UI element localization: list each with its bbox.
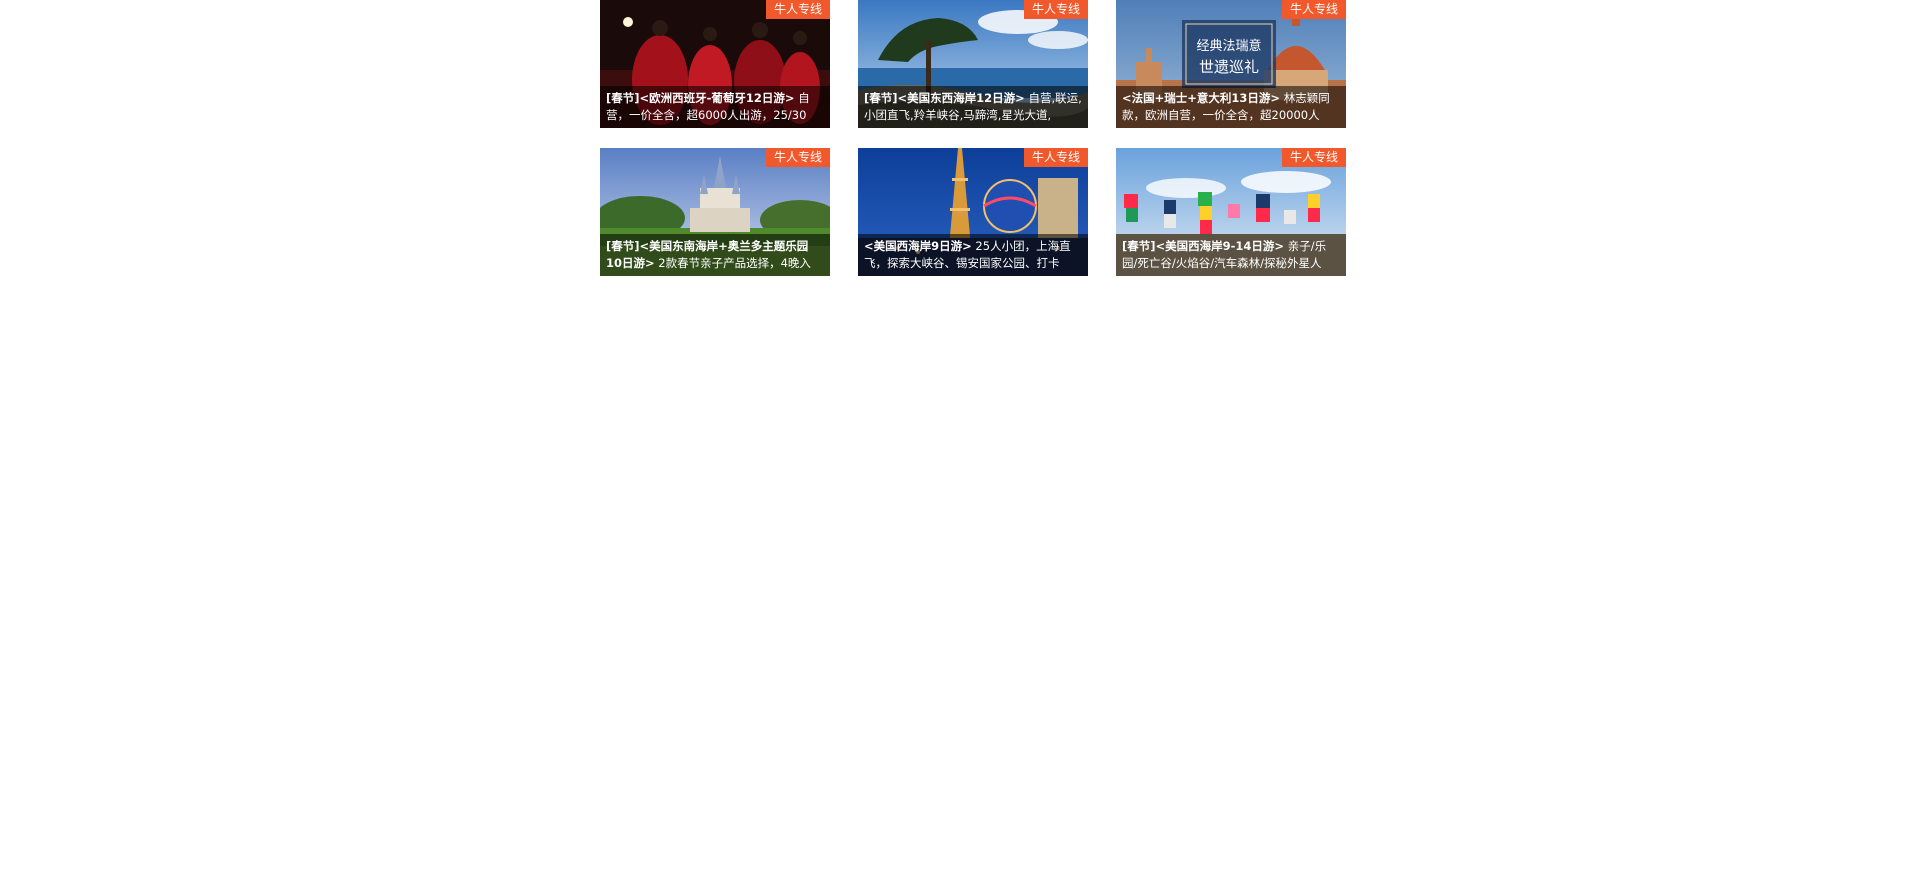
product-card[interactable]: 牛人专线 <美国西海岸9日游> 25人小团，上海直飞，探索大峡谷、锡安国家公园、… [858, 148, 1088, 276]
card-caption[interactable]: <美国西海岸9日游> 25人小团，上海直飞，探索大峡谷、锡安国家公园、打卡 [858, 234, 1088, 276]
card-title: <法国+瑞士+意大利13日游> [1122, 91, 1281, 105]
niuren-badge: 牛人专线 [766, 148, 830, 167]
card-title: [春节]<美国西海岸9-14日游> [1122, 239, 1285, 253]
card-caption[interactable]: <法国+瑞士+意大利13日游> 林志颖同款，欧洲自营，一价全含，超20000人 [1116, 86, 1346, 128]
card-title: <美国西海岸9日游> [864, 239, 972, 253]
niuren-badge: 牛人专线 [766, 0, 830, 19]
product-card[interactable]: 牛人专线 [春节]<美国东南海岸+奥兰多主题乐园10日游> 2款春节亲子产品选择… [600, 148, 830, 276]
niuren-badge: 牛人专线 [1282, 0, 1346, 19]
niuren-badge: 牛人专线 [1024, 148, 1088, 167]
niuren-badge: 牛人专线 [1024, 0, 1088, 19]
product-card[interactable]: 牛人专线 [春节]<美国东西海岸12日游> 自营,联运,小团直飞,羚羊峡谷,马蹄… [858, 0, 1088, 128]
niuren-badge: 牛人专线 [1282, 148, 1346, 167]
overlay-title: 经典法瑞意 [1196, 38, 1261, 54]
card-title: [春节]<欧洲西班牙-葡萄牙12日游> [606, 91, 795, 105]
card-caption[interactable]: [春节]<欧洲西班牙-葡萄牙12日游> 自营，一价全含，超6000人出游，25/… [600, 86, 830, 128]
product-card[interactable]: 经典法瑞意 世遗巡礼 牛人专线 <法国+瑞士+意大利13日游> 林志颖同款，欧洲… [1116, 0, 1346, 128]
card-caption[interactable]: [春节]<美国西海岸9-14日游> 亲子/乐园/死亡谷/火焰谷/汽车森林/探秘外… [1116, 234, 1346, 276]
card-title: [春节]<美国东西海岸12日游> [864, 91, 1025, 105]
product-card[interactable]: 牛人专线 [春节]<美国西海岸9-14日游> 亲子/乐园/死亡谷/火焰谷/汽车森… [1116, 148, 1346, 276]
card-description: 2款春节亲子产品选择，4晚入 [654, 256, 811, 270]
card-caption[interactable]: [春节]<美国东西海岸12日游> 自营,联运,小团直飞,羚羊峡谷,马蹄湾,星光大… [858, 86, 1088, 128]
card-caption[interactable]: [春节]<美国东南海岸+奥兰多主题乐园10日游> 2款春节亲子产品选择，4晚入 [600, 234, 830, 276]
product-grid: 牛人专线 [春节]<欧洲西班牙-葡萄牙12日游> 自营，一价全含，超6000人出… [0, 0, 1920, 888]
overlay-subtitle: 世遗巡礼 [1199, 58, 1259, 76]
product-card[interactable]: 牛人专线 [春节]<欧洲西班牙-葡萄牙12日游> 自营，一价全含，超6000人出… [600, 0, 830, 128]
